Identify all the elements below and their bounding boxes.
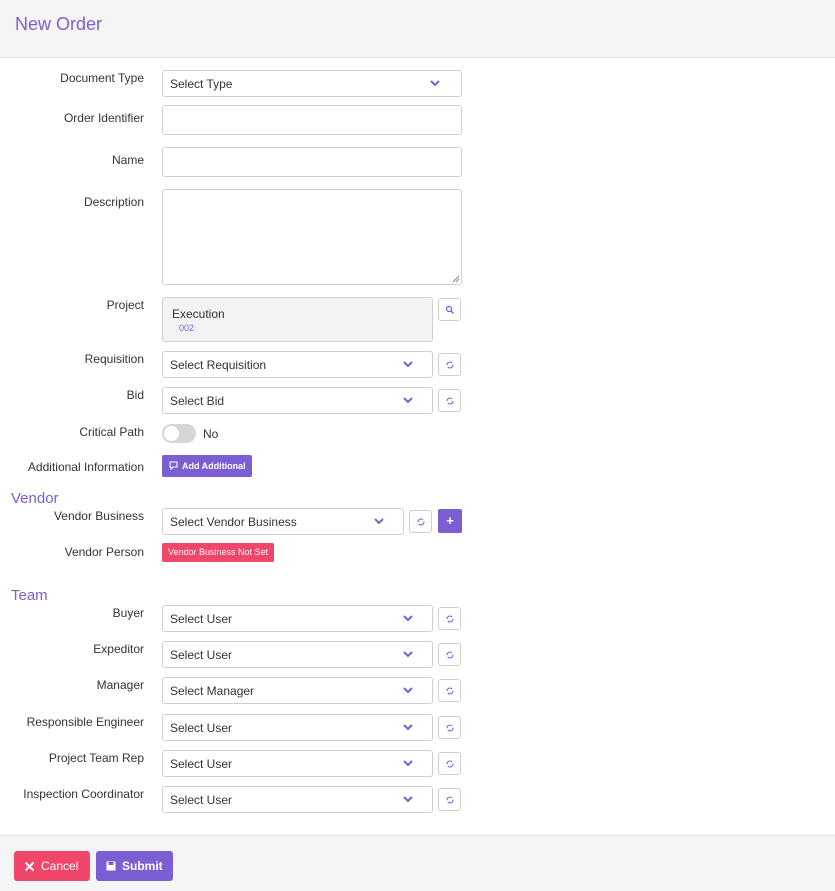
requisition-label: Requisition xyxy=(84,352,144,366)
buyer-select[interactable]: Select User xyxy=(162,605,433,632)
responsible-engineer-value: Select User xyxy=(170,721,233,735)
submit-label: Submit xyxy=(122,859,163,873)
page-title: New Order xyxy=(15,14,103,34)
chevron-down-icon xyxy=(403,724,413,731)
responsible-engineer-select[interactable]: Select User xyxy=(162,714,433,741)
refresh-icon xyxy=(446,796,454,804)
refresh-icon xyxy=(417,518,425,526)
resize-grip-icon[interactable] xyxy=(451,274,460,283)
critical-path-state: No xyxy=(203,427,219,441)
additional-information-label: Additional Information xyxy=(27,460,144,474)
manager-label: Manager xyxy=(96,678,144,692)
chevron-down-icon xyxy=(403,760,413,767)
refresh-icon xyxy=(446,724,454,732)
requisition-refresh-button[interactable] xyxy=(438,353,461,376)
manager-select[interactable]: Select Manager xyxy=(162,677,433,704)
description-label: Description xyxy=(83,195,144,209)
project-display: Execution 002 xyxy=(162,297,433,342)
search-icon xyxy=(445,305,454,314)
refresh-icon xyxy=(446,687,454,695)
critical-path-toggle[interactable] xyxy=(162,424,196,443)
cancel-button[interactable]: Cancel xyxy=(14,851,90,881)
bid-label: Bid xyxy=(126,388,144,402)
refresh-icon xyxy=(446,651,454,659)
refresh-icon xyxy=(446,760,454,768)
chevron-down-icon xyxy=(403,615,413,622)
close-icon xyxy=(24,861,35,872)
add-additional-button[interactable]: Add Additional xyxy=(162,455,252,477)
inspection-coordinator-refresh-button[interactable] xyxy=(438,788,461,811)
refresh-icon xyxy=(446,615,454,623)
project-code: 002 xyxy=(179,323,195,333)
order-identifier-input[interactable] xyxy=(162,105,462,135)
inspection-coordinator-select[interactable]: Select User xyxy=(162,786,433,813)
submit-button[interactable]: Submit xyxy=(96,851,173,881)
refresh-icon xyxy=(446,397,454,405)
buyer-refresh-button[interactable] xyxy=(438,607,461,630)
requisition-value: Select Requisition xyxy=(170,358,267,372)
name-label: Name xyxy=(111,153,144,167)
refresh-icon xyxy=(446,361,454,369)
vendor-business-label: Vendor Business xyxy=(53,509,144,523)
vendor-business-select[interactable]: Select Vendor Business xyxy=(162,508,404,535)
page-header: New Order xyxy=(0,0,835,58)
expeditor-refresh-button[interactable] xyxy=(438,643,461,666)
bid-select[interactable]: Select Bid xyxy=(162,387,433,414)
description-textarea[interactable] xyxy=(162,189,462,285)
project-team-rep-refresh-button[interactable] xyxy=(438,752,461,775)
project-team-rep-label: Project Team Rep xyxy=(48,751,144,765)
manager-value: Select Manager xyxy=(170,684,255,698)
project-team-rep-select[interactable]: Select User xyxy=(162,750,433,777)
document-type-select[interactable]: Select Type xyxy=(162,70,462,97)
vendor-section-title: Vendor xyxy=(11,490,59,507)
inspection-coordinator-value: Select User xyxy=(170,793,233,807)
chevron-down-icon xyxy=(374,518,384,525)
team-section-title: Team xyxy=(11,587,48,604)
order-identifier-label: Order Identifier xyxy=(63,111,144,125)
inspection-coordinator-label: Inspection Coordinator xyxy=(23,787,144,801)
add-vendor-business-button[interactable]: + xyxy=(438,509,462,533)
expeditor-value: Select User xyxy=(170,648,233,662)
vendor-person-label: Vendor Person xyxy=(64,545,144,559)
expeditor-select[interactable]: Select User xyxy=(162,641,433,668)
vendor-business-value: Select Vendor Business xyxy=(170,515,297,529)
project-label: Project xyxy=(106,298,144,312)
save-icon xyxy=(106,861,116,871)
document-type-value: Select Type xyxy=(170,77,233,91)
toggle-knob xyxy=(164,426,179,441)
chevron-down-icon xyxy=(403,796,413,803)
project-name: Execution xyxy=(172,307,225,321)
expeditor-label: Expeditor xyxy=(93,642,144,656)
cancel-label: Cancel xyxy=(41,859,79,873)
chevron-down-icon xyxy=(403,687,413,694)
document-type-label: Document Type xyxy=(60,71,144,85)
chevron-down-icon xyxy=(403,397,413,404)
chevron-down-icon xyxy=(403,361,413,368)
project-search-button[interactable] xyxy=(438,298,461,321)
name-input[interactable] xyxy=(162,147,462,177)
comment-icon xyxy=(169,461,178,470)
add-additional-label: Add Additional xyxy=(182,461,246,471)
buyer-value: Select User xyxy=(170,612,233,626)
manager-refresh-button[interactable] xyxy=(438,679,461,702)
chevron-down-icon xyxy=(403,651,413,658)
vendor-business-refresh-button[interactable] xyxy=(409,510,432,533)
responsible-engineer-label: Responsible Engineer xyxy=(26,715,144,729)
bid-refresh-button[interactable] xyxy=(438,389,461,412)
vendor-person-status-badge: Vendor Business Not Set xyxy=(162,543,275,562)
critical-path-label: Critical Path xyxy=(79,425,144,439)
responsible-engineer-refresh-button[interactable] xyxy=(438,716,461,739)
project-team-rep-value: Select User xyxy=(170,757,233,771)
chevron-down-icon xyxy=(430,80,440,87)
requisition-select[interactable]: Select Requisition xyxy=(162,351,433,378)
buyer-label: Buyer xyxy=(112,606,144,620)
bid-value: Select Bid xyxy=(170,394,225,408)
